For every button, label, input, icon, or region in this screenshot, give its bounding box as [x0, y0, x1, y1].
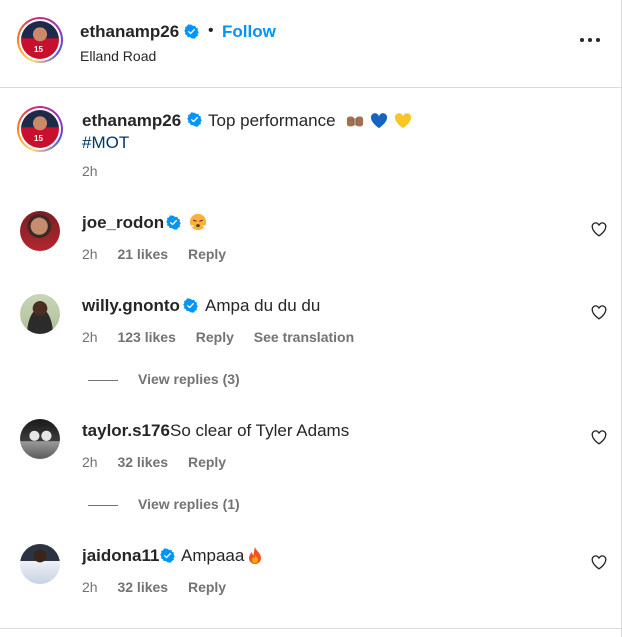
likes-count[interactable]: 21 likes [117, 246, 168, 262]
view-replies-label: View replies (3) [138, 371, 240, 387]
comment-meta: 2h 32 likes Reply [82, 579, 242, 595]
likes-count[interactable]: 123 likes [117, 329, 175, 345]
comment-timestamp[interactable]: 2h [82, 246, 98, 262]
like-heart-icon[interactable] [591, 430, 607, 445]
comment-avatar[interactable] [20, 294, 60, 334]
comment-avatar[interactable] [20, 211, 60, 251]
comment-text: Ampaaa [181, 546, 245, 565]
replies-divider [88, 379, 118, 381]
panel-divider [0, 628, 621, 629]
caption-timestamp[interactable]: 2h [82, 163, 98, 179]
comment-username[interactable]: jaidona11 [82, 546, 159, 566]
yellow-heart-icon [394, 113, 412, 129]
comment-timestamp[interactable]: 2h [82, 329, 98, 345]
reply-button[interactable]: Reply [188, 246, 226, 262]
header-username[interactable]: ethanamp26 [80, 22, 179, 42]
fist-bump-emoji-icon [346, 116, 364, 127]
header-separator: • [208, 22, 214, 39]
jersey-number: 15 [34, 134, 43, 143]
comment-text: So clear of Tyler Adams [170, 421, 350, 440]
like-heart-icon[interactable] [591, 222, 607, 237]
location-link[interactable]: Elland Road [80, 48, 156, 64]
comment-meta: 2h 123 likes Reply See translation [82, 329, 370, 345]
blue-heart-icon [370, 113, 388, 129]
steaming-face-emoji-icon [189, 213, 207, 231]
comment-meta: 2h 32 likes Reply [82, 454, 242, 470]
verified-badge-icon [184, 24, 199, 39]
comment-username[interactable]: joe_rodon [82, 213, 164, 233]
post-header: 15 ethanamp26 • Follow Elland Road [0, 0, 621, 88]
comment-username[interactable]: taylor.s176 [82, 421, 170, 441]
post-comments-panel: 15 ethanamp26 • Follow Elland Road 15 et… [0, 0, 622, 637]
caption-text: Top performance [208, 111, 336, 130]
view-replies-button[interactable]: View replies (1) [88, 496, 240, 512]
comment-avatar[interactable] [20, 419, 60, 459]
comment-timestamp[interactable]: 2h [82, 454, 98, 470]
comment-meta: 2h 21 likes Reply [82, 246, 242, 262]
caption-username[interactable]: ethanamp26 [82, 111, 181, 131]
reply-button[interactable]: Reply [196, 329, 234, 345]
more-options-icon[interactable] [578, 28, 602, 52]
verified-badge-icon [166, 215, 181, 230]
view-replies-label: View replies (1) [138, 496, 240, 512]
comment-text: Ampa du du du [205, 296, 321, 315]
follow-button[interactable]: Follow [222, 22, 276, 42]
comment-timestamp[interactable]: 2h [82, 579, 98, 595]
comment-username[interactable]: willy.gnonto [82, 296, 180, 316]
header-avatar[interactable]: 15 [17, 17, 63, 63]
reply-button[interactable]: Reply [188, 579, 226, 595]
fire-emoji-icon [249, 547, 261, 564]
like-heart-icon[interactable] [591, 305, 607, 320]
comment-avatar[interactable] [20, 544, 60, 584]
verified-badge-icon [183, 298, 198, 313]
verified-badge-icon [187, 112, 202, 127]
replies-divider [88, 504, 118, 506]
verified-badge-icon [160, 548, 175, 563]
view-replies-button[interactable]: View replies (3) [88, 371, 240, 387]
caption-avatar[interactable]: 15 [17, 106, 63, 152]
likes-count[interactable]: 32 likes [117, 579, 168, 595]
likes-count[interactable]: 32 likes [117, 454, 168, 470]
hashtag-link[interactable]: #MOT [82, 133, 129, 153]
reply-button[interactable]: Reply [188, 454, 226, 470]
see-translation-button[interactable]: See translation [254, 329, 354, 345]
jersey-number: 15 [34, 45, 43, 54]
like-heart-icon[interactable] [591, 555, 607, 570]
